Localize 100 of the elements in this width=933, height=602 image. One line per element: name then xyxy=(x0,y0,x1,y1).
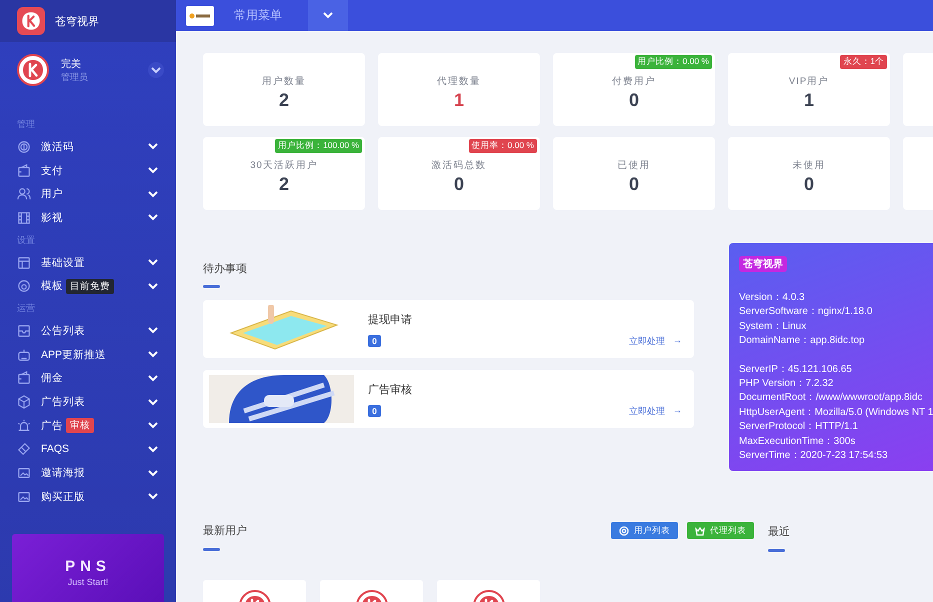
chevron-down-icon xyxy=(148,143,158,150)
stat-badge: 使用率：0.00 % xyxy=(468,139,537,153)
sidebar-item[interactable]: 佣金 xyxy=(0,366,176,390)
stat-value: 2 xyxy=(278,174,289,194)
server-info-line: HttpUserAgent：Mozilla/5.0 (Windows NT 1 xyxy=(739,406,933,420)
server-info-line: ServerIP：45.121.106.65 xyxy=(739,362,853,377)
user-avatar xyxy=(17,54,49,86)
chevron-down-icon xyxy=(148,167,158,174)
sidebar-label: 购买正版 xyxy=(41,490,85,504)
alarm-icon xyxy=(17,418,31,433)
server-info-line: DocumentRoot：/www/wwwroot/app.8idc xyxy=(739,391,924,406)
stat-label: 已使用 xyxy=(618,158,650,172)
image-icon xyxy=(17,490,31,504)
stat-value: 2 xyxy=(278,90,289,110)
sidebar-label: 广告 xyxy=(41,418,63,433)
list-button[interactable]: 用户列表 xyxy=(611,522,678,539)
cube-icon xyxy=(17,395,31,410)
todo-title: 提现申请 xyxy=(368,312,413,326)
app-logo xyxy=(17,7,45,35)
server-info-line: Version：4.0.3 xyxy=(739,291,806,305)
chevron-down-icon xyxy=(148,470,158,477)
sidebar-label: FAQS xyxy=(41,443,70,456)
chevron-down-icon xyxy=(148,374,158,382)
promo-subtitle: Just Start! xyxy=(68,576,108,586)
sidebar-label: 公告列表 xyxy=(41,324,85,338)
sidebar-label: APP更新推送 xyxy=(41,348,106,362)
sidebar-item[interactable]: 公告列表 xyxy=(0,319,176,343)
server-info-line: PHP Version：7.2.32 xyxy=(739,377,834,392)
sidebar-item[interactable]: 激活码 xyxy=(0,135,176,159)
sidebar-label: 邀请海报 xyxy=(41,466,85,480)
film-icon xyxy=(17,210,31,225)
sidebar-item[interactable]: 广告 审核 xyxy=(0,414,176,438)
chevron-down-icon xyxy=(151,66,161,74)
brand-name: 苍穹视界 xyxy=(55,14,99,28)
wallet-icon xyxy=(17,371,31,386)
sidebar-item[interactable]: 支付 xyxy=(0,158,176,182)
stat-label: 30天活跃用户 xyxy=(250,158,318,172)
sidebar-item[interactable]: 基础设置 xyxy=(0,250,176,274)
stat-value: 0 xyxy=(628,90,639,110)
chevron-down-icon xyxy=(148,351,158,358)
sidebar-label: 用户 xyxy=(41,187,63,202)
stat-label: 激活码总数 xyxy=(432,158,486,172)
circle-icon xyxy=(17,279,31,294)
count-badge: 0 xyxy=(368,334,381,346)
wallet-icon xyxy=(17,164,31,178)
sidebar-label: 模板 xyxy=(41,279,63,294)
server-info-line: System：Linux xyxy=(739,320,808,334)
crown-icon xyxy=(695,526,705,536)
chevron-down-icon xyxy=(323,12,333,19)
section-heading: 待办事项 xyxy=(203,262,248,276)
stat-value: 0 xyxy=(628,174,639,194)
user-role: 管理员 xyxy=(61,70,89,84)
stat-label: 未使用 xyxy=(792,158,826,172)
sidebar-item[interactable]: 用户 xyxy=(0,182,176,206)
sidebar-label: 影视 xyxy=(41,210,63,225)
chevron-down-icon xyxy=(148,493,158,500)
sidebar-item[interactable]: 模板 目前免费 xyxy=(0,274,176,298)
process-link[interactable]: 立即处理 → xyxy=(629,335,682,348)
sidebar-label: 基础设置 xyxy=(41,256,85,270)
layout-icon xyxy=(17,256,31,270)
section-heading: 最近 xyxy=(768,526,790,538)
chevron-down-icon xyxy=(148,214,158,222)
sidebar-label: 激活码 xyxy=(41,140,74,154)
sidebar-item[interactable]: 影视 xyxy=(0,206,176,230)
stat-badge: 永久：1个 xyxy=(840,55,887,69)
stat-label: 代理数量 xyxy=(437,74,481,88)
user-name: 完美 xyxy=(61,58,82,70)
stat-value: 1 xyxy=(454,90,464,110)
server-info-line: ServerSoftware：nginx/1.18.0 xyxy=(739,305,874,320)
sidebar-tag: 审核 xyxy=(66,418,94,434)
sidebar-item[interactable]: 广告列表 xyxy=(0,390,176,414)
chevron-down-icon xyxy=(148,259,158,266)
image-icon xyxy=(17,466,31,480)
sidebar-item[interactable]: APP更新推送 xyxy=(0,342,176,366)
chevron-down-icon xyxy=(148,422,158,430)
sidebar-label: 广告列表 xyxy=(41,395,85,410)
menu-logo-icon[interactable] xyxy=(186,6,214,26)
user-menu-button[interactable] xyxy=(148,62,164,78)
section-title: 运营 xyxy=(16,302,36,316)
server-info-line: MaxExecutionTime：300s xyxy=(739,434,856,449)
server-info-line: ServerTime：2020-7-23 17:54:53 xyxy=(739,449,889,464)
todo-title: 广告审核 xyxy=(368,382,413,396)
stat-label: 付费用户 xyxy=(612,74,656,88)
users-icon xyxy=(17,187,31,202)
process-link[interactable]: 立即处理 → xyxy=(629,405,682,418)
sidebar-item[interactable]: FAQS xyxy=(0,438,176,462)
server-info-line: DomainName：app.8idc.top xyxy=(739,334,866,348)
section-title: 设置 xyxy=(16,234,36,247)
circle-icon xyxy=(619,526,629,536)
sidebar-tag: 目前免费 xyxy=(66,278,114,294)
sidebar-label: 佣金 xyxy=(41,371,63,386)
sidebar-label: 支付 xyxy=(41,164,63,178)
sidebar-item[interactable]: 邀请海报 xyxy=(0,461,176,485)
stat-label: VIP用户 xyxy=(788,74,830,88)
section-title: 管理 xyxy=(16,118,36,131)
stat-value: 0 xyxy=(454,174,464,194)
chevron-down-icon xyxy=(148,327,158,334)
sidebar-item[interactable]: 购买正版 xyxy=(0,484,176,509)
menu-title[interactable]: 常用菜单 xyxy=(214,7,308,24)
stat-badge: 用户比例：0.00 % xyxy=(634,55,712,69)
